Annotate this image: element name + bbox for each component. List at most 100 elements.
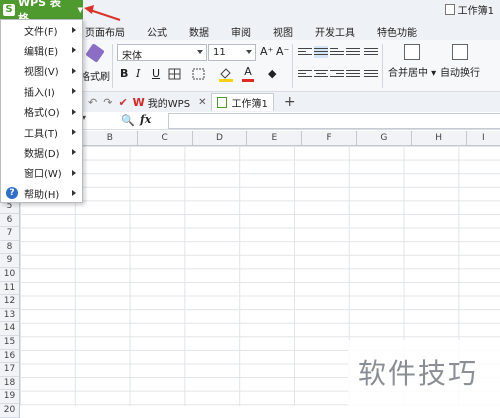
row-header[interactable]: 18 — [0, 377, 19, 391]
underline-button[interactable]: U — [152, 67, 160, 81]
column-header-b[interactable]: B — [83, 131, 138, 146]
wps-s-logo-icon: S — [3, 3, 15, 16]
menu-item-label: 文件(F) — [24, 26, 58, 38]
border-icon[interactable] — [168, 68, 182, 80]
tab-developer[interactable]: 开发工具 — [315, 24, 355, 39]
formula-bar: ▾ 🔍 fx — [82, 112, 500, 130]
row-header[interactable]: 9 — [0, 254, 19, 268]
chevron-right-icon — [72, 27, 76, 33]
tab-data[interactable]: 数据 — [189, 24, 209, 39]
document-icon — [444, 4, 455, 15]
spreadsheet-icon — [217, 97, 228, 108]
column-header-g[interactable]: G — [357, 131, 412, 146]
row-header[interactable]: 10 — [0, 268, 19, 282]
menu-item-label: 编辑(E) — [24, 47, 59, 59]
row-header[interactable]: 19 — [0, 390, 19, 404]
align-right-icon[interactable] — [330, 68, 344, 80]
distributed-icon[interactable] — [364, 68, 378, 80]
chevron-right-icon — [72, 67, 76, 74]
column-header-e[interactable]: E — [247, 131, 303, 146]
align-left-icon[interactable] — [298, 68, 312, 80]
column-header-i[interactable]: I — [467, 131, 500, 146]
red-arrow-annotation-icon — [84, 5, 121, 21]
menu-item-file[interactable]: 文件(F) — [1, 20, 82, 40]
watermark-text: 软件技巧 — [358, 357, 479, 390]
justify-icon[interactable] — [346, 68, 360, 80]
menu-item-insert[interactable]: 插入(I) — [1, 81, 82, 101]
font-name-value: 宋体 — [122, 51, 142, 62]
tab-formulas[interactable]: 公式 — [147, 24, 167, 39]
menu-item-edit[interactable]: 编辑(E) — [1, 40, 82, 60]
tab-page-layout[interactable]: 页面布局 — [85, 24, 125, 39]
bold-button[interactable]: B — [120, 67, 128, 81]
row-header[interactable]: 17 — [0, 363, 19, 377]
cell-style-icon[interactable] — [192, 68, 206, 80]
wrap-icon[interactable] — [364, 46, 378, 58]
menu-item-data[interactable]: 数据(D) — [1, 142, 82, 162]
align-bottom-icon[interactable] — [330, 46, 344, 58]
menu-item-help[interactable]: ? 帮助(H) — [1, 183, 82, 203]
row-header[interactable]: 12 — [0, 295, 19, 309]
chevron-right-icon — [72, 190, 76, 197]
font-color-swatch — [242, 79, 254, 82]
chevron-right-icon — [72, 88, 76, 95]
align-top-icon[interactable] — [298, 46, 312, 58]
font-color-letter: A — [244, 65, 252, 78]
menu-item-label: 插入(I) — [24, 87, 55, 99]
new-tab-plus-icon[interactable]: + — [284, 94, 296, 110]
tab-view[interactable]: 视图 — [273, 24, 293, 39]
shrink-font-button[interactable]: A⁻ — [276, 45, 289, 59]
document-title-text: 工作簿1 — [457, 6, 494, 17]
ribbon-divider — [112, 44, 113, 88]
row-header[interactable]: 14 — [0, 322, 19, 336]
align-middle-icon[interactable] — [314, 46, 328, 58]
name-box-dropdown-icon[interactable]: ▾ — [82, 113, 96, 129]
tab-review[interactable]: 审阅 — [231, 24, 251, 39]
align-center-icon[interactable] — [314, 68, 328, 80]
font-name-select[interactable]: 宋体 — [117, 44, 207, 62]
row-header[interactable]: 8 — [0, 241, 19, 255]
zoom-icon[interactable]: 🔍 — [121, 114, 135, 127]
font-size-select[interactable]: 11 — [208, 44, 256, 61]
column-header-c[interactable]: C — [138, 131, 193, 146]
column-header-f[interactable]: F — [302, 131, 357, 146]
font-size-value: 11 — [213, 47, 226, 58]
grow-font-button[interactable]: A⁺ — [260, 45, 273, 59]
chevron-right-icon — [72, 149, 76, 156]
pin-icon[interactable]: ✔ — [118, 96, 127, 109]
row-header[interactable]: 13 — [0, 309, 19, 323]
italic-button[interactable]: I — [136, 67, 140, 81]
menu-item-format[interactable]: 格式(O) — [1, 102, 82, 122]
wps-app-menu-button[interactable]: S WPS 表格 ▼ — [0, 0, 83, 25]
row-header[interactable]: 15 — [0, 336, 19, 350]
fx-icon[interactable]: fx — [140, 113, 151, 126]
undo-icon[interactable]: ↶ — [88, 96, 97, 109]
menu-item-window[interactable]: 窗口(W) — [1, 163, 82, 183]
tab-my-wps[interactable]: W 我的WPS ✕ — [128, 93, 212, 111]
chevron-right-icon — [72, 108, 76, 115]
wps-logo-icon: W — [132, 95, 145, 109]
fill-color-icon[interactable] — [218, 66, 234, 82]
orientation-icon[interactable] — [346, 46, 360, 58]
row-header[interactable]: 16 — [0, 350, 19, 364]
close-icon[interactable]: ✕ — [198, 97, 206, 108]
column-header-h[interactable]: H — [412, 131, 467, 146]
redo-icon[interactable]: ↷ — [103, 96, 112, 109]
menu-item-view[interactable]: 视图(V) — [1, 61, 82, 81]
wrap-text-button[interactable]: 自动换行 — [440, 44, 480, 79]
format-painter-button[interactable]: 格式刷 — [80, 43, 110, 88]
chevron-right-icon — [72, 169, 76, 176]
clear-format-icon[interactable]: ◆ — [268, 67, 276, 81]
font-color-button[interactable]: A — [242, 65, 254, 82]
formula-input[interactable] — [168, 113, 500, 129]
column-header-d[interactable]: D — [193, 131, 248, 146]
tab-special-features[interactable]: 特色功能 — [377, 24, 417, 39]
wrap-text-icon — [452, 44, 468, 60]
row-header[interactable]: 6 — [0, 214, 19, 228]
menu-item-tools[interactable]: 工具(T) — [1, 122, 82, 142]
tab-workbook1[interactable]: 工作簿1 — [211, 93, 274, 111]
row-header[interactable]: 7 — [0, 227, 19, 241]
format-painter-icon — [85, 43, 105, 63]
merge-center-button[interactable]: 合并居中 ▾ — [388, 44, 436, 79]
row-header[interactable]: 11 — [0, 282, 19, 296]
